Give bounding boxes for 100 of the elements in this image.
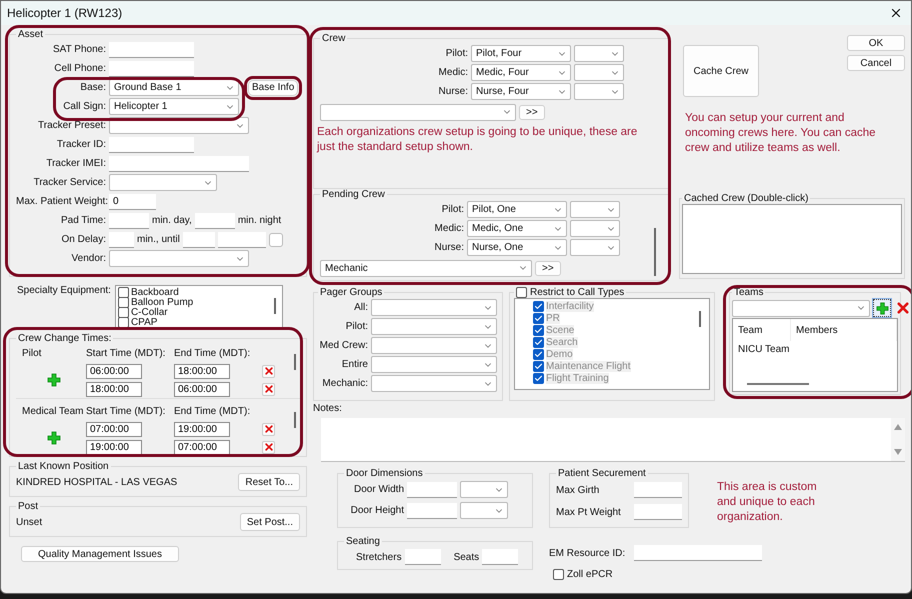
group-title: Teams xyxy=(733,287,764,298)
ok-button[interactable]: OK xyxy=(847,35,905,51)
checkbox[interactable] xyxy=(118,306,129,318)
text-field[interactable] xyxy=(407,502,457,518)
text-field[interactable] xyxy=(634,504,682,520)
teams-table[interactable]: Team Members NICU Team xyxy=(732,318,898,392)
checkbox[interactable] xyxy=(533,372,544,384)
column-header[interactable]: Members xyxy=(791,319,897,341)
annotation-note: Each organizations crew setup is going to be unique, these are just the standard setup shown. xyxy=(317,125,638,155)
call-type-label: Interfacility xyxy=(546,300,594,312)
delete-icon[interactable] xyxy=(264,425,272,433)
checkbox[interactable] xyxy=(533,300,544,312)
dropdown[interactable]: Ground Base 1 xyxy=(109,79,239,96)
dropdown[interactable]: Medic, One xyxy=(467,220,567,237)
cached-crew-list[interactable] xyxy=(682,204,902,274)
text-field[interactable] xyxy=(182,232,215,248)
plus-icon[interactable] xyxy=(47,431,61,445)
restrict-label: Restrict to Call Types xyxy=(530,287,624,298)
time-field[interactable]: 07:00:00 xyxy=(174,440,230,454)
scrollbar-thumb[interactable] xyxy=(274,298,276,314)
scrollbar-thumb[interactable] xyxy=(294,412,296,428)
text-field[interactable] xyxy=(109,156,249,172)
quality-issues-button[interactable]: Quality Management Issues xyxy=(21,546,179,562)
scrollbar-thumb[interactable] xyxy=(654,228,656,276)
annotation-note: This area is custom and unique to each organization. xyxy=(716,480,818,525)
checkbox[interactable] xyxy=(533,312,544,324)
column-header[interactable]: Team xyxy=(733,319,791,341)
text-field[interactable] xyxy=(634,545,762,561)
small-field[interactable] xyxy=(268,232,283,246)
checkbox[interactable] xyxy=(533,324,544,336)
delete-icon[interactable] xyxy=(264,443,272,451)
text-field[interactable] xyxy=(404,549,441,565)
field-label: All: xyxy=(353,302,368,313)
set-post-button[interactable]: Set Post... xyxy=(240,513,300,531)
text-field[interactable] xyxy=(634,482,682,498)
group-title: Pager Groups xyxy=(319,287,384,298)
time-field[interactable]: 19:00:00 xyxy=(86,440,142,454)
time-field[interactable]: 06:00:00 xyxy=(86,364,142,378)
checkbox[interactable] xyxy=(118,286,129,298)
equipment-list[interactable]: Backboard Balloon Pump C-Collar CPAP xyxy=(114,285,283,329)
time-field[interactable]: 18:00:00 xyxy=(86,382,142,396)
field-label: Vendor: xyxy=(70,253,106,264)
field-label: Tracker Service: xyxy=(32,177,106,188)
time-field[interactable]: 06:00:00 xyxy=(174,382,230,396)
time-field[interactable]: 18:00:00 xyxy=(174,364,230,378)
checkbox[interactable] xyxy=(533,336,544,348)
dropdown[interactable]: Pilot, Four xyxy=(471,45,571,62)
text-field[interactable] xyxy=(482,549,518,565)
reset-button[interactable]: Reset To... xyxy=(238,473,300,491)
scrollbar-thumb[interactable] xyxy=(699,311,701,327)
text-field[interactable] xyxy=(194,212,235,228)
call-type-label: Maintenance Flight xyxy=(546,360,630,372)
equipment-label: C-Collar xyxy=(130,306,168,318)
time-field[interactable]: 07:00:00 xyxy=(86,422,142,436)
notes-label: Notes: xyxy=(313,403,343,414)
checkbox[interactable] xyxy=(533,360,544,372)
checkbox[interactable] xyxy=(533,348,544,360)
dropdown[interactable]: Pilot, One xyxy=(467,201,567,218)
dropdown[interactable]: Medic, Four xyxy=(471,64,571,81)
scroll-down-icon[interactable] xyxy=(894,449,902,455)
plus-icon[interactable] xyxy=(47,373,61,387)
column-header: Start Time (MDT): xyxy=(86,406,166,416)
checkbox[interactable] xyxy=(516,287,527,298)
checkbox[interactable] xyxy=(118,316,129,328)
checkbox[interactable] xyxy=(553,568,564,580)
notes-field[interactable] xyxy=(321,418,905,462)
time-field[interactable]: 19:00:00 xyxy=(174,422,230,436)
delete-icon[interactable] xyxy=(897,302,909,314)
field-label: Max Girth xyxy=(556,484,600,496)
delete-icon[interactable] xyxy=(264,385,272,393)
dropdown[interactable]: Nurse, One xyxy=(467,239,567,256)
delete-button[interactable] xyxy=(262,382,275,396)
close-icon[interactable] xyxy=(889,6,903,20)
scrollbar-thumb[interactable] xyxy=(747,383,809,385)
scroll-up-icon[interactable] xyxy=(894,424,902,430)
group-title: Patient Securement xyxy=(557,468,647,479)
dropdown[interactable]: Mechanic xyxy=(320,260,532,276)
delete-button[interactable] xyxy=(262,440,275,454)
text-field[interactable] xyxy=(109,42,194,58)
cache-crew-button[interactable]: Cache Crew xyxy=(683,45,759,97)
scrollbar[interactable] xyxy=(891,418,905,461)
text-field[interactable] xyxy=(109,232,134,248)
cancel-button[interactable]: Cancel xyxy=(847,55,905,71)
text-field[interactable] xyxy=(109,212,149,228)
move-button[interactable]: >> xyxy=(535,260,561,276)
move-button[interactable]: >> xyxy=(519,104,545,120)
dropdown[interactable]: Nurse, Four xyxy=(471,83,571,100)
delete-button[interactable] xyxy=(262,364,275,378)
text-field[interactable] xyxy=(109,136,194,152)
text-field[interactable]: 0 xyxy=(109,194,156,210)
scrollbar-thumb[interactable] xyxy=(294,354,296,370)
delete-button[interactable] xyxy=(262,422,275,436)
checkbox[interactable] xyxy=(118,296,129,308)
annotation-note: You can setup your current and oncoming crews here. You can cache crew and utilize teams as well. xyxy=(684,111,877,156)
text-field[interactable] xyxy=(407,482,457,498)
delete-icon[interactable] xyxy=(264,367,272,375)
text-field[interactable] xyxy=(218,232,266,248)
dropdown[interactable]: Helicopter 1 xyxy=(109,98,239,115)
text-field[interactable] xyxy=(109,60,194,76)
call-type-label: Demo xyxy=(546,348,573,360)
